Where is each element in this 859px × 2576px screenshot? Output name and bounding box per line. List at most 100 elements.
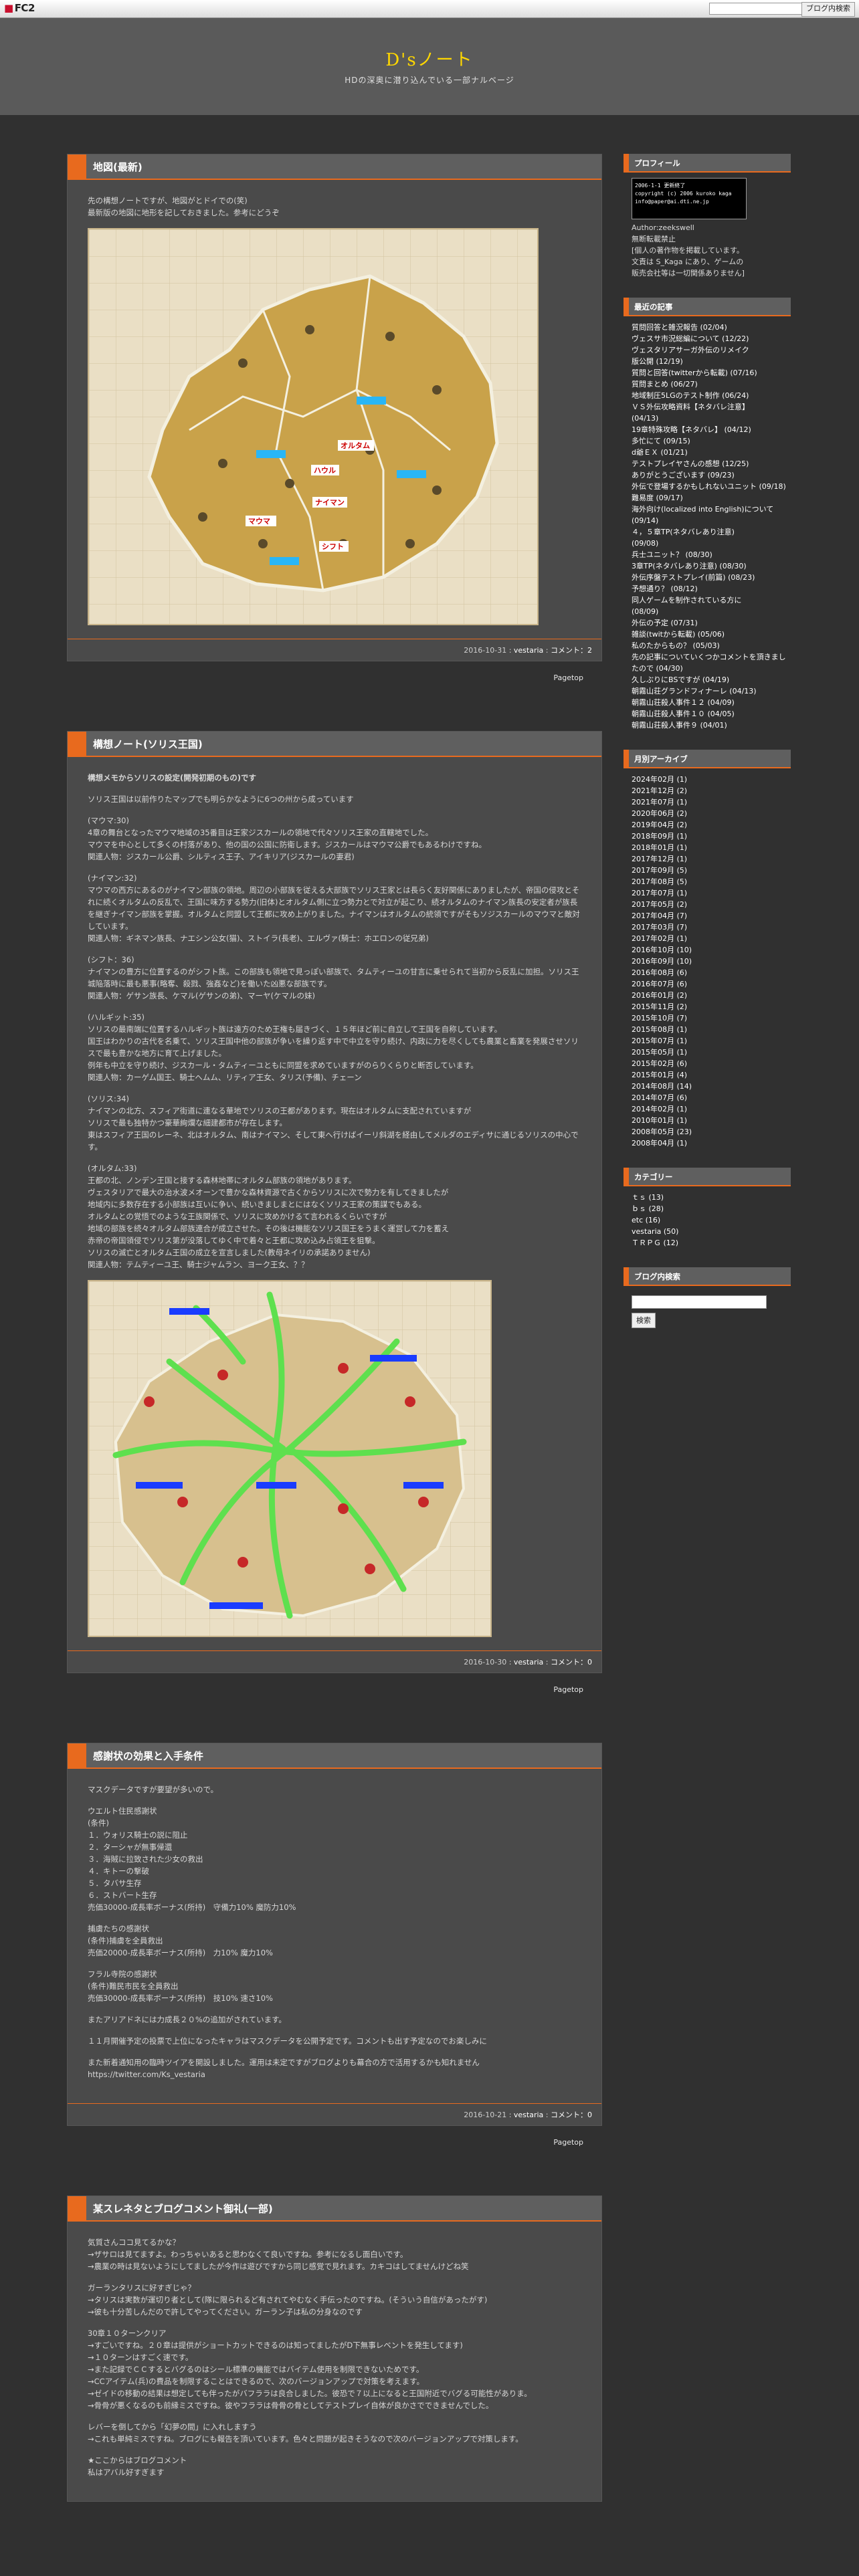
recent-entry-link[interactable]: 海外向け(localized into English)について (09/14) — [632, 504, 787, 526]
category-link[interactable]: ＴＲＰＧ (12) — [632, 1237, 787, 1249]
archive-month-link[interactable]: 2017年03月 (7) — [632, 922, 787, 933]
archive-month-link[interactable]: 2024年02月 (1) — [632, 774, 787, 785]
archive-month-link[interactable]: 2015年08月 (1) — [632, 1024, 787, 1035]
recent-entry-link[interactable]: 久しぶりにBSですが (04/19) — [632, 674, 787, 685]
archive-month-link[interactable]: 2014年08月 (14) — [632, 1081, 787, 1092]
entry-author-link[interactable]: vestaria — [514, 2111, 543, 2119]
recent-entry-link[interactable]: 多忙にて (09/15) — [632, 435, 787, 447]
recent-entry-link[interactable]: 予想通り？ (08/12) — [632, 583, 787, 595]
archive-month-link[interactable]: 2017年02月 (1) — [632, 933, 787, 944]
recent-entry-link[interactable]: 版公開 (12/19) — [632, 356, 787, 367]
archive-month-link[interactable]: 2010年01月 (1) — [632, 1115, 787, 1126]
archive-month-link[interactable]: 2021年07月 (1) — [632, 796, 787, 808]
fc2-logo[interactable]: ■ FC2 — [4, 2, 35, 14]
entry-title[interactable]: 地図(最新) — [93, 160, 142, 174]
archive-month-link[interactable]: 2018年09月 (1) — [632, 831, 787, 842]
entry-author-link[interactable]: vestaria — [514, 646, 543, 655]
category-link[interactable]: etc (16) — [632, 1214, 787, 1226]
recent-entry-link[interactable]: ヴェスタリアサーガ外伝のリメイク — [632, 344, 787, 356]
recent-entry-link[interactable]: 先の記事についていくつかコメントを頂きましたので (04/30) — [632, 651, 787, 674]
recent-entry-link[interactable]: 朝霧山荘殺人事件１０ (04/05) — [632, 708, 787, 720]
archive-month-link[interactable]: 2015年01月 (4) — [632, 1069, 787, 1081]
recent-entry-link[interactable]: (04/13) — [632, 413, 787, 424]
archive-month-link[interactable]: 2008年04月 (1) — [632, 1138, 787, 1149]
recent-entry-link[interactable]: 朝霧山荘殺人事件１２ (04/09) — [632, 697, 787, 708]
recent-entry-link[interactable]: d爺ＥＸ (01/21) — [632, 447, 787, 458]
archive-month-link[interactable]: 2015年11月 (2) — [632, 1001, 787, 1012]
profile-line: 文責は S_Kaga にあり、ゲームの — [632, 257, 744, 266]
recent-entry-link[interactable]: 外伝で登場するかもしれないユニット (09/18) — [632, 481, 787, 492]
archive-month-link[interactable]: 2015年02月 (6) — [632, 1058, 787, 1069]
entry-author-link[interactable]: vestaria — [514, 1658, 543, 1667]
entry-body: マスクデータですが要望が多いので。 ウエルト住民感謝状 (条件) １．ウォリス騎… — [68, 1769, 601, 2103]
entry-paragraph: (シフト：36) ナイマンの豊方に位置するのがシフト族。この部族も領地で見っぽい… — [88, 955, 579, 1000]
archive-month-link[interactable]: 2014年02月 (1) — [632, 1103, 787, 1115]
archive-month-link[interactable]: 2016年01月 (2) — [632, 990, 787, 1001]
map-label: ナイマン — [315, 498, 345, 507]
entry-comment-link[interactable]: コメント：0 — [551, 1658, 592, 1667]
archive-month-link[interactable]: 2017年07月 (1) — [632, 887, 787, 899]
category-link[interactable]: vestaria (50) — [632, 1226, 787, 1237]
archive-month-link[interactable]: 2017年09月 (5) — [632, 865, 787, 876]
recent-entry-link[interactable]: 外伝の予定 (07/31) — [632, 617, 787, 629]
archive-month-link[interactable]: 2020年06月 (2) — [632, 808, 787, 819]
recent-entry-link[interactable]: ありがとうございます (09/23) — [632, 469, 787, 481]
category-link[interactable]: ｂｓ (28) — [632, 1203, 787, 1214]
archive-month-link[interactable]: 2017年04月 (7) — [632, 910, 787, 922]
archive-month-link[interactable]: 2017年05月 (2) — [632, 899, 787, 910]
entry-comment-link[interactable]: コメント：2 — [551, 646, 592, 655]
recent-entry-link[interactable]: 朝霧山荘グランドフィナーレ (04/13) — [632, 685, 787, 697]
entry-title[interactable]: 構想ノート(ソリス王国) — [93, 737, 203, 751]
recent-entry-link[interactable]: 外伝序盤テストプレイ(前篇) (08/23) — [632, 572, 787, 583]
blog-search-button[interactable]: 検索 — [632, 1313, 656, 1328]
archive-month-link[interactable]: 2016年07月 (6) — [632, 978, 787, 990]
recent-entry-link[interactable]: ＶＳ外伝攻略資料【ネタバレ注意】 — [632, 401, 787, 413]
top-search-input[interactable] — [709, 3, 811, 15]
recent-entry-link[interactable]: ヴェスサ市況総編について (12/22) — [632, 333, 787, 344]
recent-entry-link[interactable]: 質問回答と雑況報告 (02/04) — [632, 322, 787, 333]
recent-entry-link[interactable]: ４，５章TP(ネタバレあり注意) — [632, 526, 787, 538]
pagetop-link[interactable]: Pagetop — [67, 2126, 602, 2175]
category-link[interactable]: ｔｓ (13) — [632, 1192, 787, 1203]
entry-body: 気質さんココ見てるかな？ →ザサロは見てますよ。わっちゃいあると思わなくて良いで… — [68, 2222, 601, 2501]
archive-month-link[interactable]: 2014年07月 (6) — [632, 1092, 787, 1103]
recent-entry-link[interactable]: 3章TP(ネタバレあり注意) (08/30) — [632, 560, 787, 572]
recent-entry-link[interactable]: テストプレイヤさんの感想 (12/25) — [632, 458, 787, 469]
archive-month-link[interactable]: 2015年05月 (1) — [632, 1047, 787, 1058]
recent-entry-link[interactable]: (09/08) — [632, 538, 787, 549]
recent-entry-link[interactable]: 同人ゲームを制作されている方に — [632, 595, 787, 606]
archive-month-link[interactable]: 2016年09月 (10) — [632, 956, 787, 967]
entry-title[interactable]: 某スレネタとブログコメント御礼(一部) — [93, 2202, 273, 2216]
archive-month-link[interactable]: 2016年10月 (10) — [632, 944, 787, 956]
recent-entry-link[interactable]: 難易度 (09/17) — [632, 492, 787, 504]
entry-paragraph: レバーを倒してから「幻夢の間」に入れしますう →これも単純ミスですね。ブログにも… — [88, 2422, 523, 2444]
archive-month-link[interactable]: 2019年04月 (2) — [632, 819, 787, 831]
archive-month-link[interactable]: 2015年10月 (7) — [632, 1012, 787, 1024]
recent-entry-link[interactable]: (08/09) — [632, 606, 787, 617]
profile-line: [個人の著作物を掲載しています。 — [632, 246, 744, 255]
recent-entry-link[interactable]: 19章特殊攻略【ネタバレ】 (04/12) — [632, 424, 787, 435]
recent-entry-link[interactable]: 兵士ユニット？ (08/30) — [632, 549, 787, 560]
archive-month-link[interactable]: 2018年01月 (1) — [632, 842, 787, 853]
recent-entry-link[interactable]: 雑談(twitから転載) (05/06) — [632, 629, 787, 640]
top-search-button[interactable]: ブログ内検索 — [801, 2, 855, 17]
map-label: ハウル — [314, 466, 336, 475]
archive-month-link[interactable]: 2016年08月 (6) — [632, 967, 787, 978]
pagetop-link[interactable]: Pagetop — [67, 1673, 602, 1723]
pagetop-link[interactable]: Pagetop — [67, 661, 602, 711]
recent-entry-link[interactable]: 質問まとめ (06/27) — [632, 379, 787, 390]
recent-entry-link[interactable]: 地域制圧5LGのテスト制作 (06/24) — [632, 390, 787, 401]
recent-entry-link[interactable]: 質問と回答(twitterから転載) (07/16) — [632, 367, 787, 379]
archive-month-link[interactable]: 2015年07月 (1) — [632, 1035, 787, 1047]
recent-entry-link[interactable]: 私のたからもの？ (05/03) — [632, 640, 787, 651]
plugin-title: 月別アーカイブ — [634, 754, 688, 764]
archive-month-link[interactable]: 2017年12月 (1) — [632, 853, 787, 865]
entry-title[interactable]: 感謝状の効果と入手条件 — [93, 1749, 203, 1763]
archive-month-link[interactable]: 2021年12月 (2) — [632, 785, 787, 796]
archive-month-link[interactable]: 2017年08月 (5) — [632, 876, 787, 887]
entry-comment-link[interactable]: コメント：0 — [551, 2111, 592, 2119]
blog-search-input[interactable] — [632, 1295, 767, 1309]
recent-entry-link[interactable]: 朝霧山荘殺人事件９ (04/01) — [632, 720, 787, 731]
archive-month-link[interactable]: 2008年05月 (23) — [632, 1126, 787, 1138]
site-title[interactable]: D'sノート — [0, 46, 859, 71]
